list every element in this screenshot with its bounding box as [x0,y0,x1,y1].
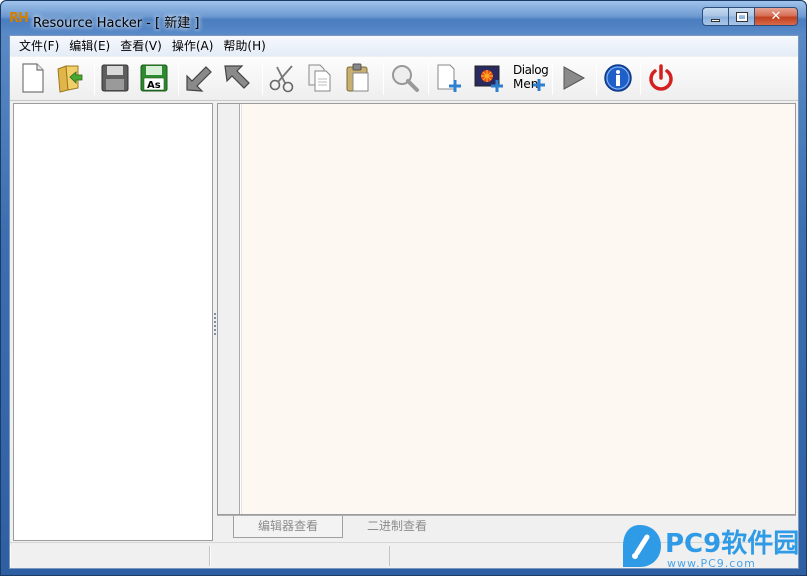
new-button[interactable] [16,61,50,95]
info-icon [604,64,632,92]
watermark-url: www.PC9.com [667,557,756,570]
toolbar-separator [383,63,384,95]
run-button[interactable] [556,61,590,95]
editor-pane [217,103,796,515]
maximize-icon [735,11,748,22]
line-gutter [218,104,240,514]
toolbar-separator [262,63,263,95]
toolbar-separator [94,63,95,95]
compile-left-button[interactable] [182,61,216,95]
add-image-icon [474,65,503,92]
paste-icon [346,63,369,92]
add-resource-icon [437,64,461,92]
search-icon [392,65,419,92]
app-icon-text: RH [9,11,29,26]
save-as-button[interactable]: As [137,61,171,95]
toolbar-separator [596,63,597,95]
add-image-button[interactable] [472,61,506,95]
copy-button[interactable] [303,61,337,95]
open-folder-icon [57,65,83,93]
splitter-grip [214,313,216,335]
cut-button[interactable] [266,61,300,95]
about-button[interactable] [601,61,635,95]
open-button[interactable] [54,61,88,95]
menu-file[interactable]: 文件(F) [14,36,64,56]
window-controls: ✕ [702,7,798,27]
minimize-button[interactable] [702,7,728,26]
add-resource-button[interactable] [433,61,467,95]
minimize-icon [711,18,720,22]
title-bar[interactable]: RH Resource Hacker - [ 新建 ] ✕ [1,1,806,35]
add-dialog-menu-button[interactable]: Dialog Men [510,61,549,95]
search-button[interactable] [388,61,422,95]
status-cell [10,546,210,566]
watermark: PC9软件园 www.PC9.com [615,521,805,571]
menu-view[interactable]: 查看(V) [115,36,167,56]
close-icon: ✕ [770,9,782,24]
toolbar-separator [640,63,641,95]
tab-editor-view[interactable]: 编辑器查看 [233,516,343,538]
save-button[interactable] [98,61,132,95]
close-button[interactable]: ✕ [754,7,798,26]
app-icon[interactable]: RH [9,11,29,27]
menu-bar: 文件(F) 编辑(E) 查看(V) 操作(A) 帮助(H) [10,36,798,56]
resource-tree[interactable] [13,103,213,541]
compile-left-icon [186,66,212,92]
save-icon [101,64,129,92]
menu-edit[interactable]: 编辑(E) [64,36,115,56]
toolbar: As Dialog Men [10,57,798,101]
window-frame: RH Resource Hacker - [ 新建 ] ✕ 文件(F) 编辑(E… [0,0,807,576]
cut-icon [269,65,294,93]
watermark-logo-icon [623,525,661,567]
window-title: Resource Hacker - [ 新建 ] [33,16,200,31]
toolbar-separator [178,63,179,95]
new-file-icon [22,63,44,93]
toolbar-separator [428,63,429,95]
save-as-label: As [147,80,161,91]
status-cell [210,546,390,566]
plus-icon [533,79,545,91]
dialog-label: Dialog [513,63,549,77]
tab-binary-view[interactable]: 二进制查看 [357,516,437,538]
dialog-menu-icon: Dialog Men [510,61,549,95]
client-area: 文件(F) 编辑(E) 查看(V) 操作(A) 帮助(H) As Dialog … [9,35,799,569]
power-icon [649,64,673,91]
play-icon [563,66,586,90]
compile-right-icon [224,65,250,89]
copy-icon [308,64,331,92]
toolbar-separator [552,63,553,95]
menu-help[interactable]: 帮助(H) [218,36,270,56]
watermark-text: PC9软件园 [665,529,800,559]
maximize-button[interactable] [728,7,754,26]
compile-right-button[interactable] [220,61,254,95]
paste-button[interactable] [341,61,375,95]
script-editor[interactable] [241,104,795,514]
exit-button[interactable] [644,61,678,95]
menu-action[interactable]: 操作(A) [167,36,219,56]
